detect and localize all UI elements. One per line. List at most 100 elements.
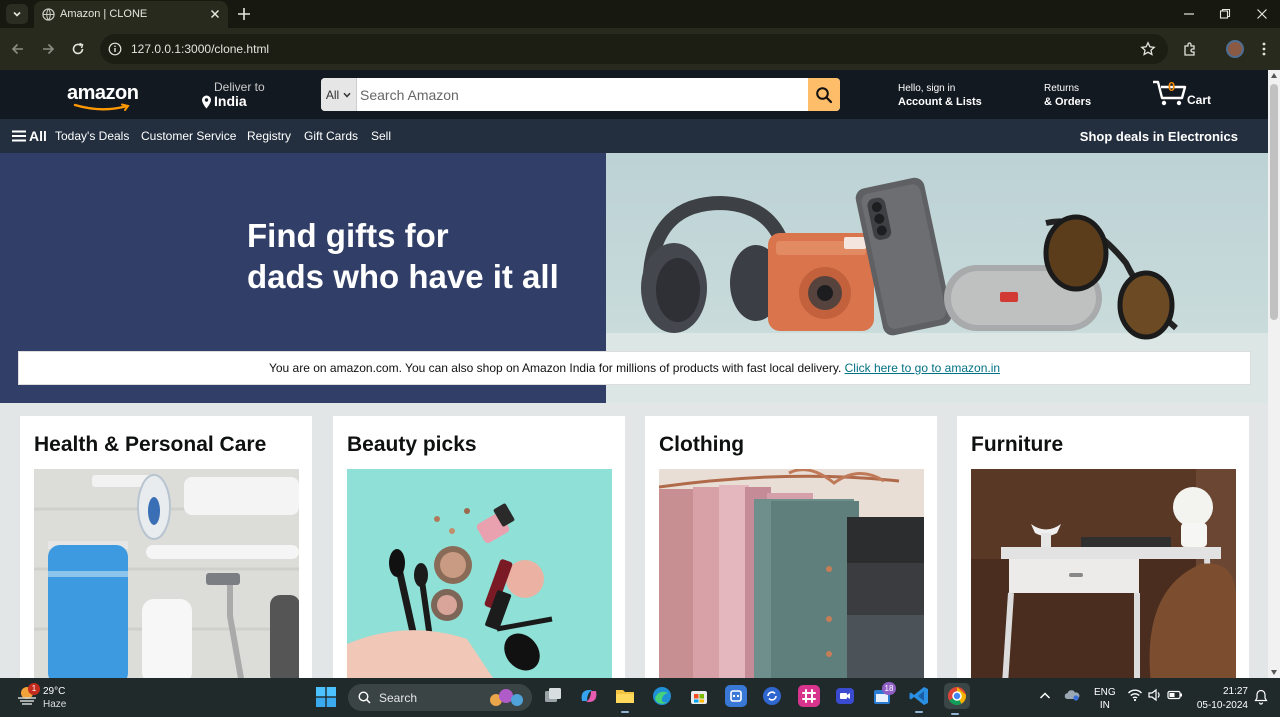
profile-avatar[interactable] xyxy=(1226,40,1244,58)
search-button[interactable] xyxy=(808,78,840,111)
taskbar-search[interactable]: Search xyxy=(348,684,532,711)
search-highlight-icon xyxy=(490,689,523,706)
category-card-furniture[interactable]: Furniture xyxy=(957,416,1249,678)
card-title: Beauty picks xyxy=(347,433,477,456)
scroll-up-icon[interactable] xyxy=(1271,73,1277,78)
cart-label: Cart xyxy=(1187,93,1212,107)
deliver-location: India xyxy=(214,93,247,109)
cart[interactable]: 0 Cart xyxy=(1152,79,1211,107)
url-text: 127.0.0.1:3000/clone.html xyxy=(131,42,270,56)
nav-item-gift-cards[interactable]: Gift Cards xyxy=(304,129,358,143)
card-image[interactable] xyxy=(34,469,299,678)
category-card-beauty[interactable]: Beauty picks xyxy=(333,416,625,678)
card-title: Health & Personal Care xyxy=(34,433,267,456)
nav-item-sell[interactable]: Sell xyxy=(371,129,391,143)
amazon-india-notice: You are on amazon.com. You can also shop… xyxy=(18,351,1251,385)
chrome-icon[interactable] xyxy=(944,683,970,715)
notice-text: You are on amazon.com. You can also shop… xyxy=(268,361,845,375)
search-icon xyxy=(358,691,371,704)
video-meeting-icon[interactable] xyxy=(834,685,856,707)
furniture-image xyxy=(971,469,1236,678)
restore-icon[interactable] xyxy=(1218,7,1232,21)
nav-item-todays-deals[interactable]: Today's Deals xyxy=(55,129,129,143)
vscode-icon[interactable] xyxy=(908,685,930,713)
card-image[interactable] xyxy=(347,469,612,678)
weather-badge: 1 xyxy=(28,683,40,695)
minimize-icon[interactable] xyxy=(1182,7,1196,21)
hero-banner[interactable]: Find gifts for dads who have it all You … xyxy=(0,153,1268,403)
scroll-down-icon[interactable] xyxy=(1271,670,1277,675)
microsoft-store-icon[interactable] xyxy=(688,685,710,707)
close-icon[interactable] xyxy=(208,7,222,21)
weather-condition: Haze xyxy=(43,699,67,710)
card-title: Clothing xyxy=(659,433,745,456)
weather-widget[interactable]: 1 29°C Haze xyxy=(16,683,66,710)
search-category-label: All xyxy=(325,87,340,102)
back-icon[interactable] xyxy=(10,41,26,57)
clock-date: 05-10-2024 xyxy=(1196,700,1248,711)
smile-arrow-icon xyxy=(73,103,130,111)
card-title: Furniture xyxy=(971,433,1064,456)
sync-app-icon[interactable] xyxy=(761,685,783,707)
clock-time: 21:27 xyxy=(1222,686,1248,697)
account-lists[interactable]: Hello, sign in Account & Lists xyxy=(898,83,982,109)
reload-icon[interactable] xyxy=(70,41,86,57)
volume-icon[interactable] xyxy=(1147,687,1163,703)
site-header: amazon Deliver to India All Hello, sign … xyxy=(0,70,1268,119)
all-menu-button[interactable]: All xyxy=(12,128,47,144)
scrollbar-thumb[interactable] xyxy=(1270,84,1278,320)
copilot-icon[interactable] xyxy=(578,685,600,707)
logo-text: amazon xyxy=(67,82,139,104)
wifi-icon[interactable] xyxy=(1127,687,1143,703)
tab-title: Amazon | CLONE xyxy=(60,8,148,20)
card-image[interactable] xyxy=(659,469,924,678)
window-close-icon[interactable] xyxy=(1255,7,1269,21)
system-clock[interactable]: 21:27 05-10-2024 xyxy=(1196,685,1248,713)
task-view-icon[interactable] xyxy=(542,685,564,707)
electronics-promo-link[interactable]: Shop deals in Electronics xyxy=(1080,129,1238,144)
category-card-health[interactable]: Health & Personal Care xyxy=(20,416,312,678)
star-icon[interactable] xyxy=(1140,41,1156,57)
tab-list-button[interactable] xyxy=(6,4,28,24)
weather-temp: 29°C xyxy=(43,686,66,697)
browser-tab[interactable]: Amazon | CLONE xyxy=(34,1,228,28)
info-icon[interactable] xyxy=(108,42,122,56)
search-category-select[interactable]: All xyxy=(321,78,357,111)
amazon-india-link[interactable]: Click here to go to amazon.in xyxy=(845,361,1000,375)
beauty-products-image xyxy=(347,469,612,678)
onedrive-icon[interactable] xyxy=(1064,687,1080,703)
card-image[interactable] xyxy=(971,469,1236,678)
category-card-clothing[interactable]: Clothing xyxy=(645,416,937,678)
instant-camera-icon xyxy=(768,233,874,331)
notification-bell-icon[interactable] xyxy=(1254,689,1268,705)
amazon-logo[interactable]: amazon xyxy=(67,82,139,112)
search-icon xyxy=(816,86,833,103)
address-bar[interactable]: 127.0.0.1:3000/clone.html xyxy=(100,34,1168,64)
extensions-icon[interactable] xyxy=(1182,41,1198,57)
file-explorer-icon[interactable] xyxy=(614,685,636,713)
headphones-icon xyxy=(641,195,795,333)
edge-icon[interactable] xyxy=(651,685,673,707)
returns-orders[interactable]: Returns & Orders xyxy=(1044,83,1091,109)
forward-icon[interactable] xyxy=(40,41,56,57)
page-scrollbar[interactable] xyxy=(1268,70,1280,678)
region-code: IN xyxy=(1099,700,1110,711)
language-indicator[interactable]: ENG IN xyxy=(1094,686,1116,712)
windows-start-icon[interactable] xyxy=(316,687,336,707)
chevron-down-icon xyxy=(343,92,351,98)
slack-icon[interactable] xyxy=(798,685,820,707)
search-input[interactable] xyxy=(357,78,808,111)
browser-tab-strip: Amazon | CLONE xyxy=(0,0,1280,28)
browser-toolbar: 127.0.0.1:3000/clone.html xyxy=(0,28,1280,70)
battery-icon[interactable] xyxy=(1167,687,1183,703)
chevron-up-icon[interactable] xyxy=(1039,691,1051,701)
returns-label: Returns xyxy=(1044,83,1080,94)
all-menu-label: All xyxy=(29,128,47,144)
nav-item-customer-service[interactable]: Customer Service xyxy=(141,129,236,143)
hero-headline: Find gifts for dads who have it all xyxy=(247,215,559,297)
plus-icon[interactable] xyxy=(236,6,252,22)
hero-headline-line1: Find gifts for xyxy=(247,217,449,254)
app-icon-blue[interactable] xyxy=(725,685,747,707)
nav-item-registry[interactable]: Registry xyxy=(247,129,291,143)
more-icon[interactable] xyxy=(1258,41,1270,57)
